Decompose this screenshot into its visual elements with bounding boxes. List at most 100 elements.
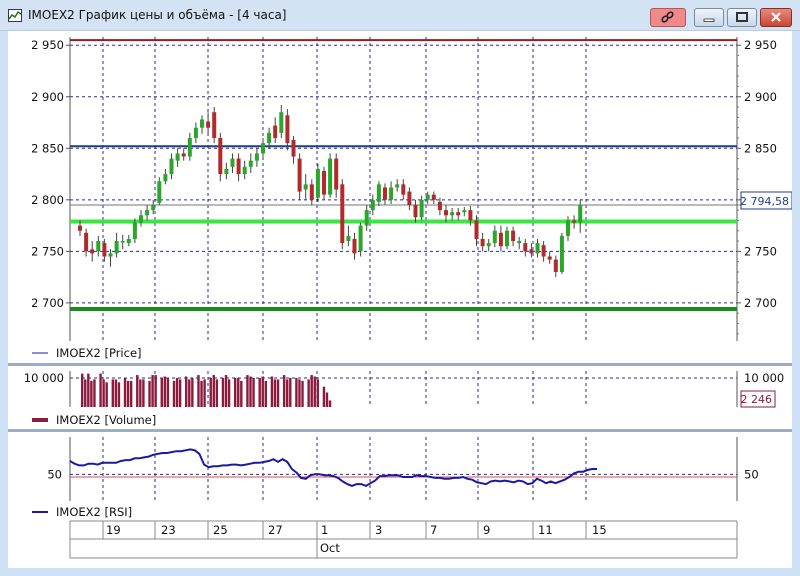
volume-bar — [200, 380, 203, 407]
volume-bar — [246, 375, 249, 407]
price-tick-label: 2 850 — [31, 141, 64, 155]
candle-body — [145, 210, 150, 216]
volume-bar — [215, 379, 219, 407]
candle-body — [242, 166, 247, 175]
volume-bar — [102, 379, 105, 407]
candle-body — [90, 249, 95, 254]
volume-bar — [286, 379, 289, 407]
volume-bar — [307, 379, 310, 407]
candle-body — [431, 194, 436, 200]
volume-bar — [81, 373, 84, 407]
volume-bar — [151, 375, 154, 407]
candle-body — [303, 184, 308, 190]
close-icon — [771, 12, 781, 22]
candle-body — [169, 158, 174, 175]
candle-body — [236, 158, 241, 175]
price-tick-label: 2 700 — [31, 296, 64, 310]
candle-body — [273, 125, 278, 138]
candle-body — [200, 119, 204, 128]
rsi-legend[interactable]: IMOEX2 [RSI] — [56, 505, 132, 519]
candle-body — [309, 184, 314, 200]
price-legend[interactable]: IMOEX2 [Price] — [56, 346, 142, 360]
window-title: IMOEX2 График цены и объёма - [4 часа] — [28, 8, 287, 22]
candle-body — [261, 143, 265, 154]
volume-bar — [316, 379, 320, 407]
volume-legend[interactable]: IMOEX2 [Volume] — [56, 413, 156, 427]
volume-bar — [328, 400, 332, 407]
candle-body — [193, 127, 198, 138]
candle-body — [541, 245, 546, 257]
volume-bar — [227, 379, 231, 407]
rsi-line — [69, 448, 597, 488]
price-tick-label: 2 750 — [31, 244, 64, 258]
price-tick-label: 2 800 — [31, 193, 64, 207]
volume-tick-label: 10 000 — [744, 371, 784, 385]
maximize-button[interactable] — [727, 8, 757, 27]
candle-body — [163, 174, 168, 182]
candle-body — [291, 140, 296, 157]
candle-body — [212, 112, 217, 138]
candle-body — [480, 238, 485, 247]
candle-body — [401, 184, 406, 195]
candle-body — [151, 204, 156, 211]
candle-body — [78, 225, 82, 231]
candle-body — [279, 112, 284, 133]
volume-bar — [148, 380, 151, 407]
candle-body — [547, 256, 552, 260]
chart-app-icon — [8, 9, 22, 22]
volume-bar — [197, 375, 200, 407]
rsi-tick-label: 50 — [47, 467, 62, 481]
volume-bar — [117, 382, 121, 407]
candle-body — [486, 243, 491, 247]
candle-body — [364, 210, 369, 226]
candle-body — [456, 212, 461, 216]
x-day-label: 25 — [213, 523, 228, 537]
volume-bar — [270, 376, 274, 407]
rsi-tick-label: 50 — [744, 467, 759, 481]
candle-body — [267, 132, 272, 144]
minimize-icon — [703, 18, 715, 22]
candle-body — [84, 232, 89, 252]
candle-body — [511, 230, 516, 242]
volume-bar — [209, 377, 212, 407]
x-day-label: 23 — [161, 523, 176, 537]
candle-body — [376, 184, 381, 202]
candle-body — [132, 222, 137, 239]
candle-body — [474, 220, 479, 239]
x-axis-labels: 19 23 25 27 1 3 7 9 11 15 — [102, 521, 607, 539]
volume-bar — [126, 380, 130, 407]
candle-body — [114, 241, 119, 254]
maximize-icon — [736, 12, 748, 22]
x-day-label: 11 — [538, 523, 553, 537]
candle-body — [181, 153, 186, 157]
volume-bar — [163, 376, 167, 407]
volume-bar — [264, 380, 267, 407]
minimize-button[interactable] — [694, 8, 724, 27]
candle-body — [395, 184, 400, 188]
candle-body — [383, 187, 387, 200]
candle-body — [230, 158, 235, 167]
volume-bar — [273, 379, 277, 407]
x-day-label: 3 — [375, 523, 382, 537]
pane-separator[interactable] — [8, 363, 792, 366]
candle-body — [535, 243, 540, 254]
candle-body — [505, 230, 509, 247]
link-button[interactable] — [650, 8, 686, 27]
price-tick-label: 2 950 — [31, 38, 64, 52]
candle-body — [523, 243, 528, 252]
volume-bar — [114, 379, 118, 407]
candle-body — [108, 253, 113, 257]
price-tick-label: 2 750 — [744, 244, 777, 258]
candle-body — [285, 115, 290, 144]
chart-area[interactable]: 2 7002 7002 7502 7502 8002 8002 8502 850… — [8, 31, 792, 568]
pane-separator[interactable] — [8, 429, 792, 432]
candle-body — [407, 191, 412, 205]
application-window: IMOEX2 График цены и объёма - [4 часа] 2… — [0, 0, 800, 576]
close-button[interactable] — [760, 8, 792, 27]
volume-bar — [240, 380, 243, 407]
volume-bar — [90, 380, 93, 407]
x-day-label: 7 — [430, 523, 437, 537]
volume-bar — [289, 377, 292, 407]
candle-body — [96, 241, 101, 252]
candle-body — [419, 199, 424, 218]
